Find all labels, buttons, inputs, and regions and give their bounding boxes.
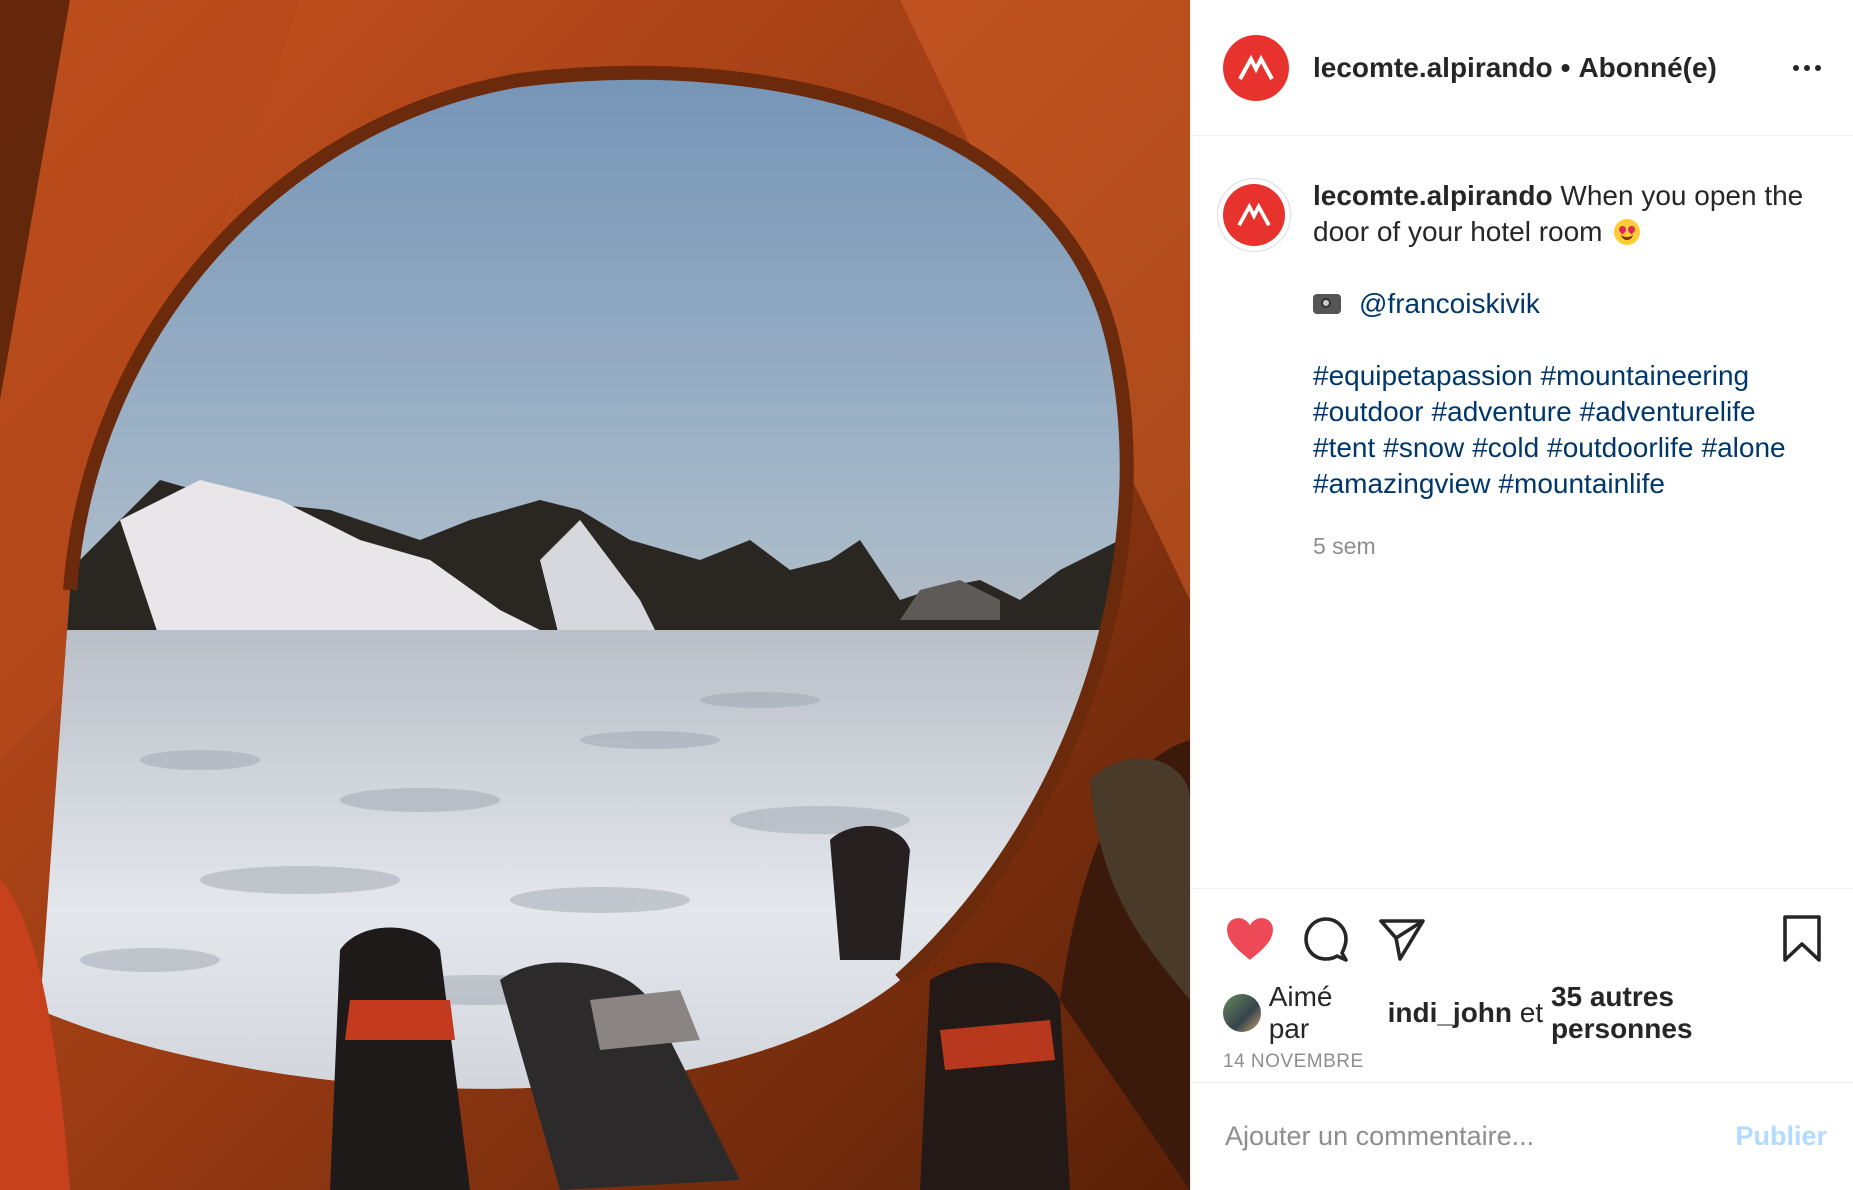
brand-logo-icon <box>1237 202 1271 227</box>
caption-first-line: lecomte.alpirando When you open the door… <box>1313 178 1827 250</box>
hashtag-link[interactable]: #alone <box>1702 432 1786 463</box>
save-button[interactable] <box>1775 912 1829 966</box>
caption-timestamp[interactable]: 5 sem <box>1313 528 1827 564</box>
hashtag-link[interactable]: #adventurelife <box>1580 396 1756 427</box>
hashtag-row: #equipetapassion #mountaineering <box>1313 358 1827 394</box>
comment-input[interactable] <box>1223 1120 1736 1153</box>
hashtag-row: #amazingview #mountainlife <box>1313 466 1827 502</box>
hashtag-link[interactable]: #outdoor <box>1313 396 1424 427</box>
camera-icon <box>1313 294 1341 314</box>
comment-box: Publier <box>1191 1082 1853 1190</box>
brand-logo-icon <box>1238 54 1274 80</box>
hashtag-link[interactable]: #mountainlife <box>1498 468 1665 499</box>
heart-eyes-emoji-icon <box>1614 219 1641 245</box>
hashtag-link[interactable]: #equipetapassion <box>1313 360 1533 391</box>
more-dot-icon <box>1804 64 1810 71</box>
likes-summary: Aimé par indi_john et 35 autres personne… <box>1191 981 1853 1044</box>
hashtag-row: #outdoor #adventure #adventurelife <box>1313 394 1827 430</box>
liked-by-prefix: Aimé par <box>1268 981 1333 1044</box>
liked-by-user[interactable]: indi_john <box>1388 997 1512 1029</box>
header-username[interactable]: lecomte.alpirando <box>1313 52 1553 83</box>
tent-view-image <box>0 0 1190 1190</box>
post-photo[interactable] <box>0 0 1190 1190</box>
hashtag-link[interactable]: #outdoorlife <box>1547 432 1693 463</box>
caption-avatar-logo <box>1223 184 1285 246</box>
more-dot-icon <box>1793 64 1799 71</box>
hashtag-link[interactable]: #cold <box>1472 432 1539 463</box>
hashtag-link[interactable]: #snow <box>1383 432 1464 463</box>
hashtag-link[interactable]: #mountaineering <box>1541 360 1750 391</box>
photo-credit: @francoiskivik <box>1313 286 1827 322</box>
follow-status-button[interactable]: Abonné(e) <box>1578 52 1716 83</box>
caption-body: lecomte.alpirando When you open the door… <box>1313 178 1827 564</box>
post-header: lecomte.alpirando • Abonné(e) <box>1191 0 1853 136</box>
post-actions-area: Aimé par indi_john et 35 autres personne… <box>1191 888 1853 1073</box>
liked-by-and: et <box>1519 997 1544 1028</box>
post-caption: lecomte.alpirando When you open the door… <box>1217 178 1827 564</box>
header-separator: • <box>1560 51 1571 83</box>
profile-avatar[interactable] <box>1223 34 1289 101</box>
action-bar <box>1191 889 1853 989</box>
liked-by-others[interactable]: 35 autres personnes <box>1551 981 1821 1045</box>
header-title: lecomte.alpirando • Abonné(e) <box>1313 52 1787 84</box>
post-side-panel: lecomte.alpirando • Abonné(e) lecomte.alpi… <box>1190 0 1853 1190</box>
share-button[interactable] <box>1375 912 1429 966</box>
more-dot-icon <box>1815 64 1821 71</box>
caption-username[interactable]: lecomte.alpirando <box>1313 180 1553 211</box>
hashtag-link[interactable]: #adventure <box>1432 396 1572 427</box>
comment-button[interactable] <box>1299 912 1353 966</box>
send-icon <box>1379 919 1425 961</box>
hashtag-row: #tent #snow #cold #outdoorlife #alone <box>1313 430 1827 466</box>
hashtag-link[interactable]: #tent <box>1313 432 1375 463</box>
post-date[interactable]: 14 NOVEMBRE <box>1191 1051 1853 1073</box>
caption-avatar[interactable] <box>1217 178 1291 252</box>
like-button[interactable] <box>1223 912 1277 966</box>
hashtag-link[interactable]: #amazingview <box>1313 468 1490 499</box>
credit-handle-link[interactable]: @francoiskivik <box>1359 286 1540 322</box>
more-options-button[interactable] <box>1787 48 1827 88</box>
publish-button[interactable]: Publier <box>1735 1121 1827 1152</box>
hashtag-block: #equipetapassion #mountaineering #outdoor… <box>1313 358 1827 502</box>
bookmark-icon <box>1783 915 1821 962</box>
liker-avatar[interactable] <box>1223 994 1261 1032</box>
heart-icon <box>1227 918 1273 960</box>
comment-icon <box>1304 917 1348 962</box>
